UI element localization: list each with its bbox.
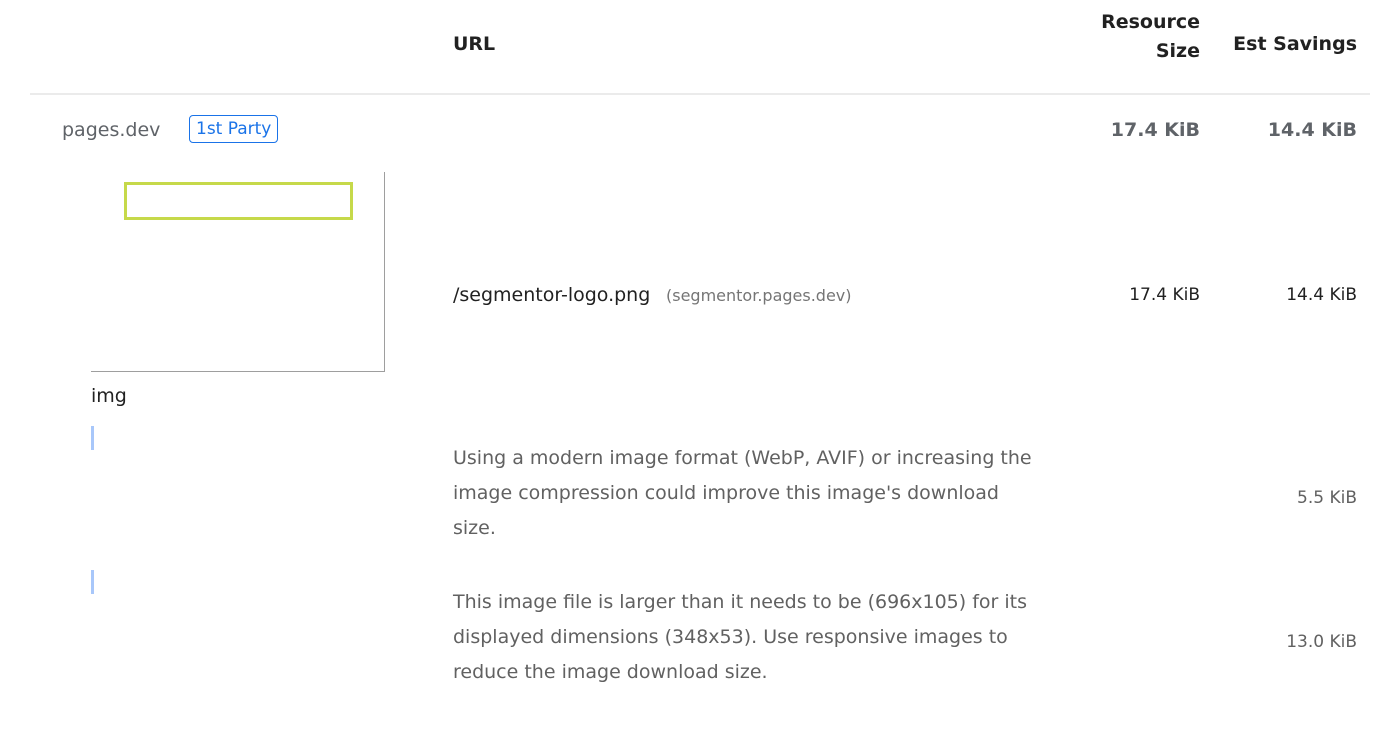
resource-url-host: (segmentor.pages.dev) [666, 286, 852, 305]
resource-url-link[interactable]: /segmentor-logo.png [453, 281, 650, 309]
sub-item-description: Using a modern image format (WebP, AVIF)… [453, 447, 1032, 539]
column-header-url: URL [453, 33, 496, 55]
column-header-resource-size-line-2: Size [1155, 40, 1200, 62]
node-label: img [91, 385, 127, 407]
item-est-savings: 14.4 KiB [1286, 285, 1357, 305]
column-header-est-savings: Est Savings [1233, 33, 1357, 55]
sub-item-indicator [91, 426, 94, 450]
header-divider [30, 93, 1370, 95]
entity-resource-size: 17.4 KiB [1110, 119, 1200, 141]
element-highlight-box [124, 182, 353, 220]
entity-est-savings: 14.4 KiB [1267, 119, 1357, 141]
item-resource-size: 17.4 KiB [1129, 285, 1200, 305]
column-header-resource-size-line-1: Resource [1101, 11, 1200, 33]
sub-item-est-savings: 5.5 KiB [1297, 488, 1357, 508]
column-header-resource-size: Resource Size [1060, 8, 1200, 66]
sub-item-indicator [91, 570, 94, 594]
sub-item-description: This image file is larger than it needs … [453, 591, 1028, 683]
first-party-badge[interactable]: 1st Party [189, 115, 279, 143]
sub-item-est-savings: 13.0 KiB [1286, 632, 1357, 652]
entity-name: pages.dev [62, 119, 161, 141]
